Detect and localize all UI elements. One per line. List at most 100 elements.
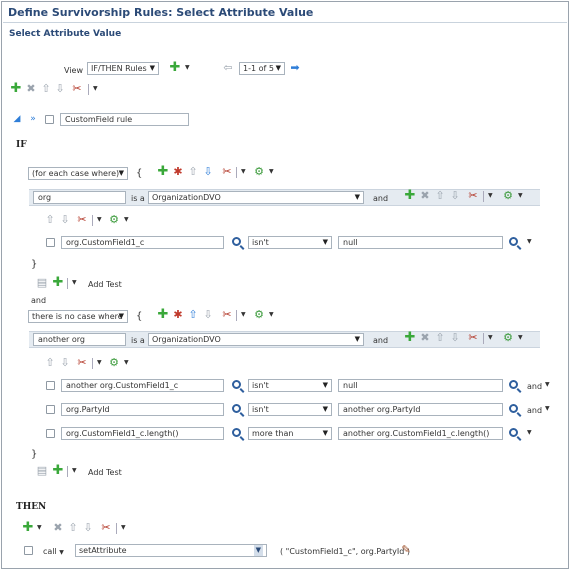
test-value-input[interactable]: another org.PartyId — [338, 403, 503, 416]
call-dropdown[interactable]: call ▼ — [43, 547, 64, 556]
search-icon[interactable] — [232, 404, 241, 413]
cut-icon[interactable]: ✂ — [100, 522, 112, 534]
rule-name-input[interactable]: CustomField rule — [60, 113, 189, 126]
paste-icon[interactable]: ▤ — [36, 277, 48, 289]
add-case-icon[interactable]: ✱ — [172, 309, 184, 321]
more-menu-chevron-icon[interactable]: ▼ — [97, 214, 104, 226]
cut-icon[interactable]: ✂ — [76, 357, 88, 369]
search-icon[interactable] — [232, 380, 241, 389]
gear-menu-chevron-icon[interactable]: ▼ — [124, 357, 131, 369]
delete-icon[interactable]: ✖ — [419, 190, 431, 202]
move-up-icon[interactable]: ⇧ — [187, 166, 199, 178]
rule-properties-icon[interactable]: ◢ — [11, 113, 23, 125]
move-up-icon[interactable]: ⇧ — [67, 522, 79, 534]
search-icon[interactable] — [509, 237, 518, 246]
case1-object-name-input[interactable]: org — [33, 191, 126, 204]
search-icon[interactable] — [232, 237, 241, 246]
gear-menu-chevron-icon[interactable]: ▼ — [124, 214, 131, 226]
test-operator-select[interactable]: isn't ▼ — [248, 236, 332, 249]
case2-type-object-select[interactable]: OrganizationDVO ▼ — [148, 333, 364, 346]
add-icon[interactable]: ✚ — [169, 61, 181, 74]
add-action-menu-chevron-icon[interactable]: ▼ — [37, 522, 44, 534]
collapse-icon[interactable]: » — [27, 113, 39, 125]
test-attribute-input[interactable]: org.CustomField1_c — [61, 236, 224, 249]
add-test-menu-chevron-icon[interactable]: ▼ — [72, 277, 79, 289]
test-checkbox[interactable] — [46, 405, 55, 414]
move-down-icon[interactable]: ⇩ — [54, 83, 66, 95]
more-menu-chevron-icon[interactable]: ▼ — [97, 357, 104, 369]
next-page-icon[interactable]: ➡ — [289, 62, 301, 74]
add-rule-icon[interactable]: ✚ — [10, 82, 22, 95]
test-checkbox[interactable] — [46, 381, 55, 390]
gear-icon[interactable]: ⚙ — [108, 214, 120, 226]
test-attribute-input[interactable]: org.PartyId — [61, 403, 224, 416]
paste-icon[interactable]: ▤ — [36, 465, 48, 477]
add-test-icon[interactable]: ✚ — [404, 189, 416, 202]
move-up-icon[interactable]: ⇧ — [187, 309, 199, 321]
move-down-icon[interactable]: ⇩ — [202, 166, 214, 178]
add-test-link[interactable]: Add Test — [88, 280, 122, 289]
cut-icon[interactable]: ✂ — [467, 190, 479, 202]
search-icon[interactable] — [509, 380, 518, 389]
gear-icon[interactable]: ⚙ — [502, 332, 514, 344]
case1-type-object-select[interactable]: OrganizationDVO ▼ — [148, 191, 364, 204]
gear-menu-chevron-icon[interactable]: ▼ — [518, 332, 525, 344]
move-down-icon[interactable]: ⇩ — [59, 214, 71, 226]
add-action-icon[interactable]: ✚ — [22, 521, 34, 534]
test-menu-chevron-icon[interactable]: ▼ — [527, 427, 534, 439]
add-menu-chevron-icon[interactable]: ▼ — [185, 62, 192, 74]
delete-icon[interactable]: ✖ — [52, 522, 64, 534]
add-condition-icon[interactable]: ✚ — [157, 308, 169, 321]
move-up-icon[interactable]: ⇧ — [434, 332, 446, 344]
more-menu-chevron-icon[interactable]: ▼ — [488, 190, 495, 202]
pager-select[interactable]: 1-1 of 5 ▼ — [239, 62, 285, 75]
edit-arguments-icon[interactable]: ✎ — [400, 544, 412, 556]
case1-type-select[interactable]: (for each case where) ▼ — [28, 167, 128, 180]
add-test-link[interactable]: Add Test — [88, 468, 122, 477]
test-operator-select[interactable]: isn't ▼ — [248, 379, 332, 392]
add-test-icon[interactable]: ✚ — [52, 276, 64, 289]
view-select[interactable]: IF/THEN Rules ▼ — [87, 62, 159, 75]
gear-icon[interactable]: ⚙ — [108, 357, 120, 369]
gear-menu-chevron-icon[interactable]: ▼ — [518, 190, 525, 202]
add-test-icon[interactable]: ✚ — [404, 331, 416, 344]
move-down-icon[interactable]: ⇩ — [202, 309, 214, 321]
search-icon[interactable] — [509, 428, 518, 437]
move-down-icon[interactable]: ⇩ — [59, 357, 71, 369]
move-up-icon[interactable]: ⇧ — [44, 214, 56, 226]
move-down-icon[interactable]: ⇩ — [449, 190, 461, 202]
move-up-icon[interactable]: ⇧ — [44, 357, 56, 369]
test-operator-select[interactable]: more than ▼ — [248, 427, 332, 440]
cut-icon[interactable]: ✂ — [221, 166, 233, 178]
test-operator-select[interactable]: isn't ▼ — [248, 403, 332, 416]
gear-icon[interactable]: ⚙ — [253, 166, 265, 178]
test-value-input[interactable]: null — [338, 236, 503, 249]
more-menu-chevron-icon[interactable]: ▼ — [121, 522, 128, 534]
gear-menu-chevron-icon[interactable]: ▼ — [269, 309, 276, 321]
test-value-input[interactable]: another org.CustomField1_c.length() — [338, 427, 503, 440]
add-test-icon[interactable]: ✚ — [52, 464, 64, 477]
test-menu-chevron-icon[interactable]: ▼ — [545, 403, 552, 415]
cut-icon[interactable]: ✂ — [221, 309, 233, 321]
action-select[interactable]: setAttribute ▼ — [75, 544, 267, 557]
move-up-icon[interactable]: ⇧ — [40, 83, 52, 95]
test-value-input[interactable]: null — [338, 379, 503, 392]
test-checkbox[interactable] — [46, 238, 55, 247]
case2-type-select[interactable]: there is no case where ▼ — [28, 310, 128, 323]
previous-page-icon[interactable]: ⇦ — [222, 62, 234, 74]
search-icon[interactable] — [509, 404, 518, 413]
delete-icon[interactable]: ✖ — [419, 332, 431, 344]
test-checkbox[interactable] — [46, 429, 55, 438]
more-menu-chevron-icon[interactable]: ▼ — [488, 332, 495, 344]
add-condition-icon[interactable]: ✚ — [157, 165, 169, 178]
add-test-menu-chevron-icon[interactable]: ▼ — [72, 465, 79, 477]
gear-icon[interactable]: ⚙ — [502, 190, 514, 202]
cut-icon[interactable]: ✂ — [71, 83, 83, 95]
more-menu-chevron-icon[interactable]: ▼ — [241, 309, 248, 321]
action-checkbox[interactable] — [24, 546, 33, 555]
move-down-icon[interactable]: ⇩ — [449, 332, 461, 344]
move-down-icon[interactable]: ⇩ — [82, 522, 94, 534]
rule-checkbox[interactable] — [45, 115, 54, 124]
test-menu-chevron-icon[interactable]: ▼ — [545, 379, 552, 391]
cut-icon[interactable]: ✂ — [467, 332, 479, 344]
